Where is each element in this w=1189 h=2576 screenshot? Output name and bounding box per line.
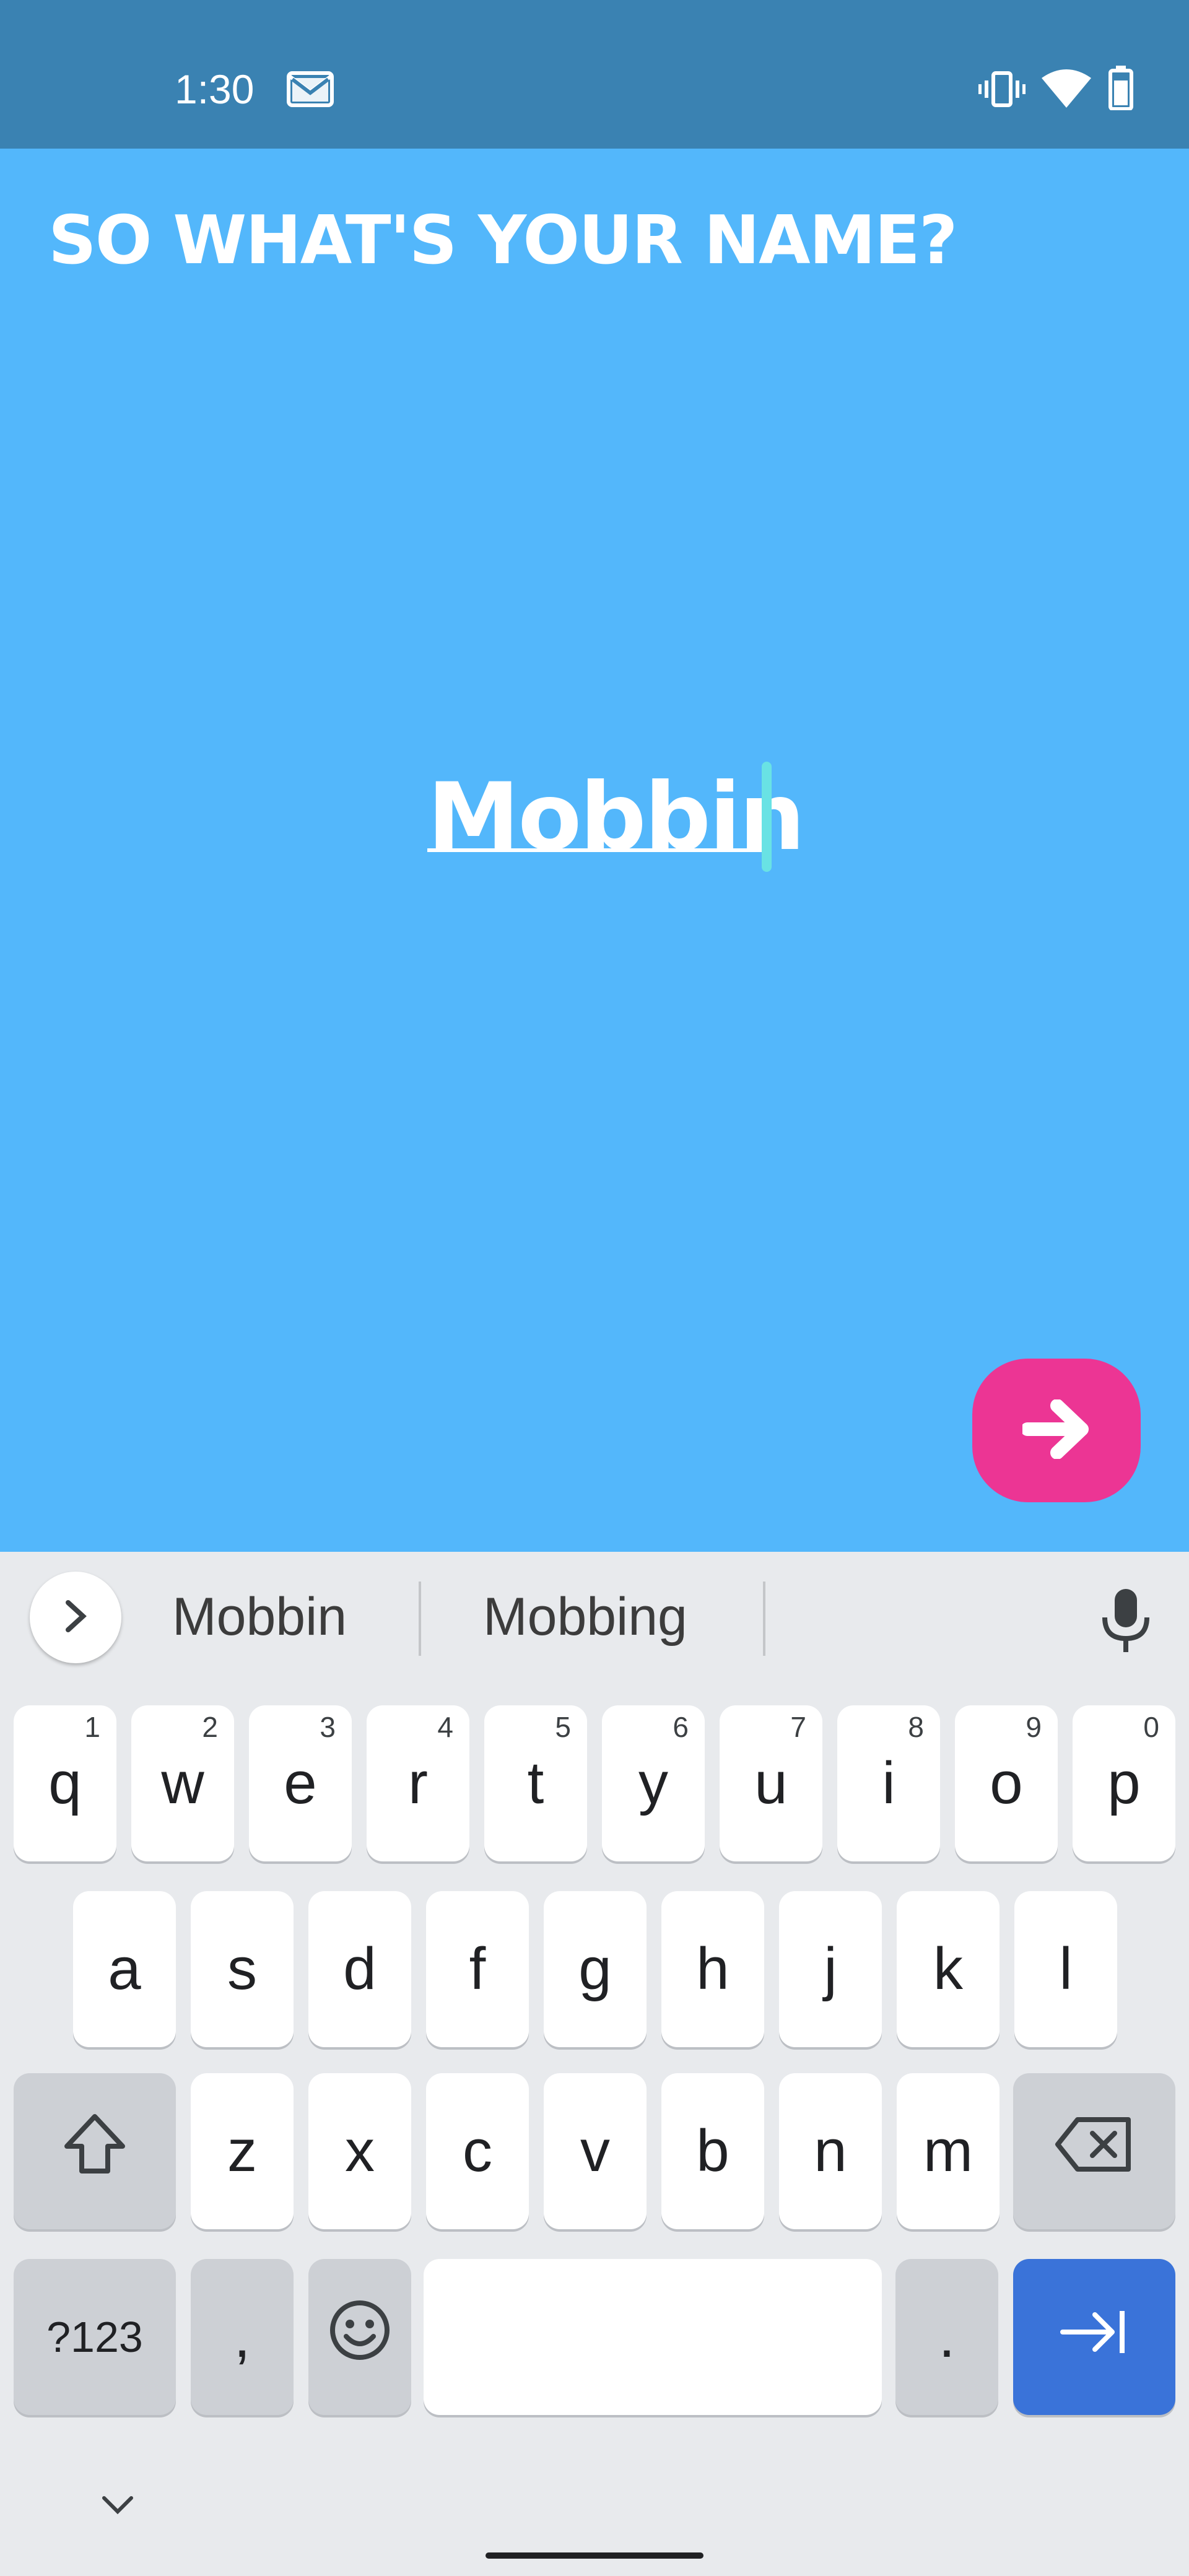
expand-toolbar-button[interactable]: [30, 1572, 121, 1663]
key-s[interactable]: s: [191, 1891, 294, 2047]
vibrate-icon: [978, 69, 1026, 112]
suggestion-strip: Mobbin Mobbing: [0, 1552, 1189, 1688]
backspace-key[interactable]: [1013, 2073, 1175, 2229]
battery-icon: [1108, 66, 1133, 113]
text-caret: [762, 762, 772, 872]
enter-key[interactable]: [1013, 2259, 1175, 2415]
key-i[interactable]: i8: [837, 1705, 940, 1861]
key-c[interactable]: c: [426, 2073, 529, 2229]
on-screen-keyboard: Mobbin Mobbing q1 w2 e3 r4 t5 y6 u7 i8 o…: [0, 1552, 1189, 2576]
key-j[interactable]: j: [779, 1891, 882, 2047]
period-key[interactable]: .: [895, 2259, 998, 2415]
comma-key[interactable]: ,: [191, 2259, 294, 2415]
key-q[interactable]: q1: [14, 1705, 116, 1861]
home-indicator[interactable]: [486, 2552, 703, 2559]
key-e[interactable]: e3: [249, 1705, 352, 1861]
key-l[interactable]: l: [1014, 1891, 1117, 2047]
next-button[interactable]: [972, 1359, 1141, 1502]
key-v[interactable]: v: [544, 2073, 647, 2229]
key-a[interactable]: a: [73, 1891, 176, 2047]
key-g[interactable]: g: [544, 1891, 647, 2047]
symbols-key[interactable]: ?123: [14, 2259, 176, 2415]
wifi-icon: [1042, 69, 1091, 112]
shift-key[interactable]: [14, 2073, 176, 2229]
key-t[interactable]: t5: [484, 1705, 587, 1861]
chevron-right-icon: [62, 1598, 89, 1638]
name-input-value: Mobbin: [427, 764, 805, 871]
emoji-icon: [328, 2298, 392, 2377]
name-input[interactable]: Mobbin: [427, 762, 805, 873]
key-m[interactable]: m: [897, 2073, 1000, 2229]
key-d[interactable]: d: [308, 1891, 411, 2047]
key-h[interactable]: h: [661, 1891, 764, 2047]
key-z[interactable]: z: [191, 2073, 294, 2229]
key-b[interactable]: b: [661, 2073, 764, 2229]
key-y[interactable]: y6: [602, 1705, 705, 1861]
key-n[interactable]: n: [779, 2073, 882, 2229]
tab-next-icon: [1060, 2303, 1128, 2371]
emoji-key[interactable]: [308, 2259, 411, 2415]
status-bar: 1:30: [0, 0, 1189, 149]
key-k[interactable]: k: [897, 1891, 1000, 2047]
key-o[interactable]: o9: [955, 1705, 1058, 1861]
suggestion-1[interactable]: Mobbin: [172, 1586, 347, 1648]
key-w[interactable]: w2: [131, 1705, 234, 1861]
shift-icon: [61, 2110, 129, 2193]
key-x[interactable]: x: [308, 2073, 411, 2229]
page-title: SO WHAT'S YOUR NAME?: [48, 202, 958, 279]
suggestion-2[interactable]: Mobbing: [483, 1586, 687, 1648]
gmail-icon: [286, 69, 334, 112]
microphone-icon[interactable]: [1096, 1586, 1156, 1658]
arrow-right-icon: [1021, 1398, 1091, 1462]
space-key[interactable]: [424, 2259, 882, 2415]
suggestion-divider: [419, 1582, 421, 1656]
key-u[interactable]: u7: [720, 1705, 822, 1861]
suggestion-divider: [763, 1582, 765, 1656]
status-time: 1:30: [175, 66, 255, 112]
key-f[interactable]: f: [426, 1891, 529, 2047]
hide-keyboard-icon[interactable]: [99, 2493, 136, 2521]
name-entry-screen: SO WHAT'S YOUR NAME? Mobbin: [0, 149, 1189, 1552]
name-underline: [427, 848, 762, 852]
backspace-icon: [1054, 2115, 1135, 2188]
key-p[interactable]: p0: [1073, 1705, 1175, 1861]
key-r[interactable]: r4: [367, 1705, 469, 1861]
